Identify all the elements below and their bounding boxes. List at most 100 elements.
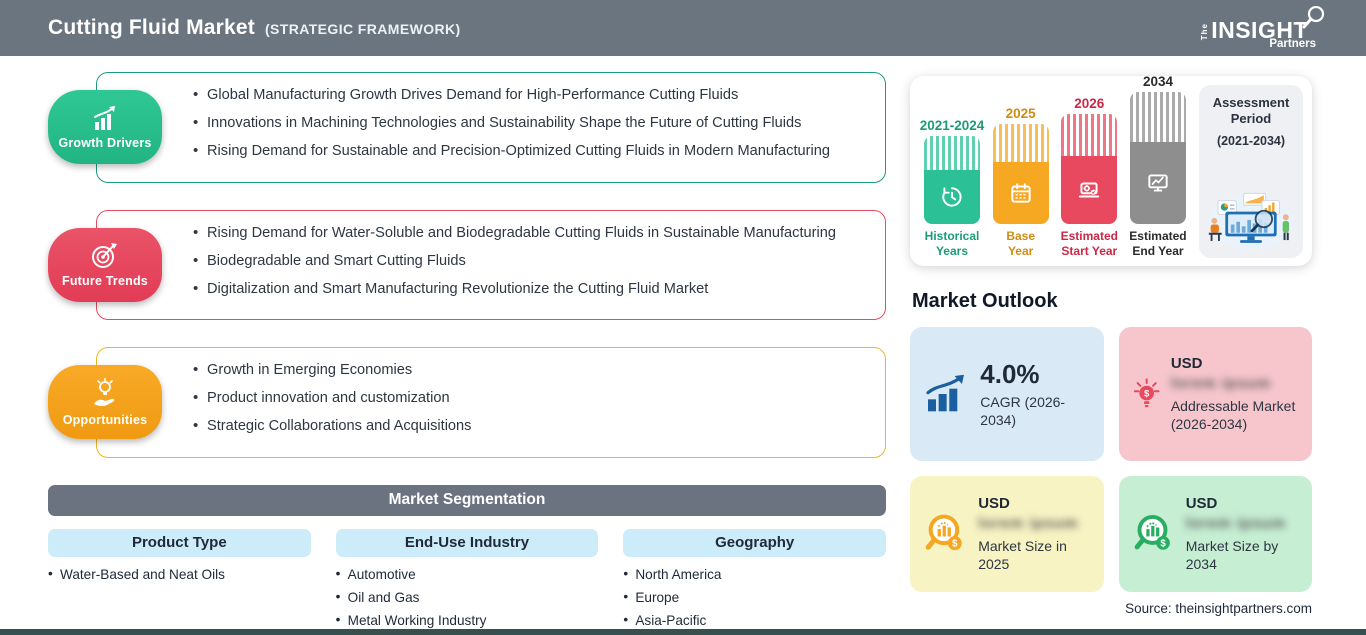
list-item: Asia-Pacific	[623, 612, 886, 628]
bar-body	[992, 162, 1049, 225]
growth-drivers-box: Global Manufacturing Growth Drives Deman…	[96, 72, 886, 183]
infographic-canvas: Cutting Fluid Market (STRATEGIC FRAMEWOR…	[0, 0, 1366, 635]
list-item: North America	[623, 566, 886, 582]
list-item: Biodegradable and Smart Cutting Fluids	[193, 251, 871, 271]
segment-product-type: Product Type Water-Based and Neat Oils	[48, 528, 311, 635]
opportunities-section: Growth in Emerging Economies Product inn…	[48, 347, 886, 458]
analytics-illustration	[1208, 192, 1294, 251]
bar-category-line2: Start Year	[1061, 243, 1118, 258]
growth-drivers-badge: Growth Drivers	[48, 90, 162, 165]
bar-category-line1: Historical	[924, 229, 980, 244]
bar-body	[924, 169, 980, 225]
list-item: Automotive	[336, 566, 599, 582]
timeline-card: 2021-2024 Historical Years 2025 Base Yea…	[910, 74, 1312, 266]
timeline-bar-end: 2034 Estimated End Year	[1127, 74, 1189, 258]
segmentation-columns: Product Type Water-Based and Neat Oils E…	[48, 528, 886, 635]
segment-geography: Geography North America Europe Asia-Paci…	[623, 528, 886, 635]
opportunities-badge: Opportunities	[48, 365, 162, 440]
list-item: Water-Based and Neat Oils	[48, 566, 311, 582]
bar-category-line1: Estimated	[1129, 229, 1187, 244]
bar-category-line1: Estimated	[1060, 229, 1118, 244]
bar-category-line1: Base	[1006, 229, 1035, 244]
future-trends-badge: Future Trends	[48, 227, 162, 302]
header-bar: Cutting Fluid Market (STRATEGIC FRAMEWOR…	[0, 0, 1366, 56]
list-item: Digitalization and Smart Manufacturing R…	[193, 279, 871, 299]
segment-list: North America Europe Asia-Pacific	[623, 566, 886, 628]
future-trends-section: Rising Demand for Water-Soluble and Biod…	[48, 209, 886, 321]
cagr-card: 4.0% CAGR (2026-2034)	[910, 327, 1104, 461]
segment-header: End-Use Industry	[335, 528, 599, 557]
bar-category-label: Estimated Start Year	[1061, 229, 1118, 258]
addressable-caption: Addressable Market (2026-2034)	[1170, 397, 1296, 432]
timeline-bar-base: 2025 Base Year	[990, 106, 1052, 258]
assessment-title: Assessment Period	[1213, 95, 1290, 128]
list-item: Rising Demand for Sustainable and Precis…	[193, 141, 871, 161]
svg-text:$: $	[1160, 538, 1166, 549]
list-item: Europe	[623, 589, 886, 605]
currency-label: USD	[978, 494, 1010, 512]
bar-stripes	[1129, 92, 1186, 143]
bar-year-label: 2025	[1005, 106, 1036, 122]
bar-base-year	[992, 124, 1049, 225]
bar-category-label: Base Year	[1006, 229, 1035, 258]
magnifier-icon	[1302, 5, 1325, 29]
list-item: Innovations in Machining Technologies an…	[193, 113, 871, 133]
bar-category-line2: Year	[1007, 243, 1034, 258]
list-item: Rising Demand for Water-Soluble and Biod…	[193, 223, 871, 243]
svg-text:$: $	[1144, 389, 1150, 400]
right-column: 2021-2024 Historical Years 2025 Base Yea…	[910, 74, 1312, 616]
timeline-bar-historical: 2021-2024 Historical Years	[920, 118, 985, 258]
market-outlook-heading: Market Outlook	[912, 290, 1058, 312]
segment-list: Water-Based and Neat Oils	[48, 566, 311, 582]
size-2025-caption: Market Size in 2025	[978, 537, 1067, 572]
blurred-value: lorem ipsum	[978, 514, 1079, 532]
bar-body	[1129, 142, 1186, 225]
badge-label: Opportunities	[62, 412, 148, 427]
market-size-2034-card: $ USD lorem ipsum Market Size by 2034	[1118, 476, 1312, 592]
target-dart-icon	[92, 243, 117, 269]
logo-top: The INSIGHT	[1200, 5, 1326, 42]
segment-header: Geography	[623, 528, 886, 557]
growth-drivers-list: Global Manufacturing Growth Drives Deman…	[193, 85, 871, 161]
insight-partners-logo: The INSIGHT Partners	[1200, 5, 1326, 51]
cagr-growth-icon	[926, 374, 964, 412]
assessment-line1: Assessment	[1212, 95, 1290, 110]
segment-header: Product Type	[48, 528, 311, 557]
bar-stripes	[924, 136, 980, 170]
cagr-caption: CAGR (2026-2034)	[980, 393, 1066, 428]
currency-label: USD	[1185, 494, 1218, 512]
segment-list: Automotive Oil and Gas Metal Working Ind…	[336, 566, 599, 628]
segment-end-use-industry: End-Use Industry Automotive Oil and Gas …	[335, 528, 599, 635]
addressable-market-card: $ USD lorem ipsum Addressable Market (20…	[1118, 327, 1312, 461]
opportunities-box: Growth in Emerging Economies Product inn…	[96, 347, 886, 458]
bar-body	[1061, 156, 1118, 225]
list-item: Oil and Gas	[336, 589, 599, 605]
page-subtitle: (STRATEGIC FRAMEWORK)	[265, 21, 461, 37]
title-line: Cutting Fluid Market (STRATEGIC FRAMEWOR…	[48, 16, 461, 40]
badge-label: Growth Drivers	[58, 135, 152, 150]
bar-category-line2: End Year	[1132, 243, 1184, 258]
outlook-cards: 4.0% CAGR (2026-2034) $ USD lorem ipsum …	[910, 327, 1312, 592]
bar-stripes	[992, 124, 1049, 163]
history-clock-icon	[942, 187, 962, 207]
opportunities-list: Growth in Emerging Economies Product inn…	[193, 360, 871, 436]
svg-text:$: $	[952, 539, 958, 550]
bar-estimated-start	[1061, 114, 1118, 225]
addressable-text: USD lorem ipsum Addressable Market (2026…	[1171, 355, 1298, 433]
monitor-chart-icon	[1148, 174, 1168, 192]
laptop-gear-icon	[1079, 182, 1100, 198]
segmentation-title: Market Segmentation	[388, 491, 546, 509]
page-title: Cutting Fluid Market	[48, 16, 255, 39]
badge-label: Future Trends	[62, 274, 148, 289]
list-item: Product innovation and customization	[193, 388, 871, 408]
magnifier-chart-icon-green: $	[1134, 515, 1170, 550]
blurred-value: lorem ipsum	[1185, 514, 1286, 532]
idea-hand-icon	[94, 377, 115, 406]
assessment-period: (2021-2034)	[1216, 133, 1286, 148]
future-trends-list: Rising Demand for Water-Soluble and Biod…	[193, 223, 871, 299]
cagr-value: 4.0%	[980, 358, 1040, 389]
bar-category-label: Historical Years	[925, 229, 980, 258]
timeline-bar-start: 2026 Estimated Start Year	[1058, 96, 1120, 258]
size-2025-text: USD lorem ipsum Market Size in 2025	[978, 495, 1089, 573]
future-trends-box: Rising Demand for Water-Soluble and Biod…	[96, 209, 886, 321]
